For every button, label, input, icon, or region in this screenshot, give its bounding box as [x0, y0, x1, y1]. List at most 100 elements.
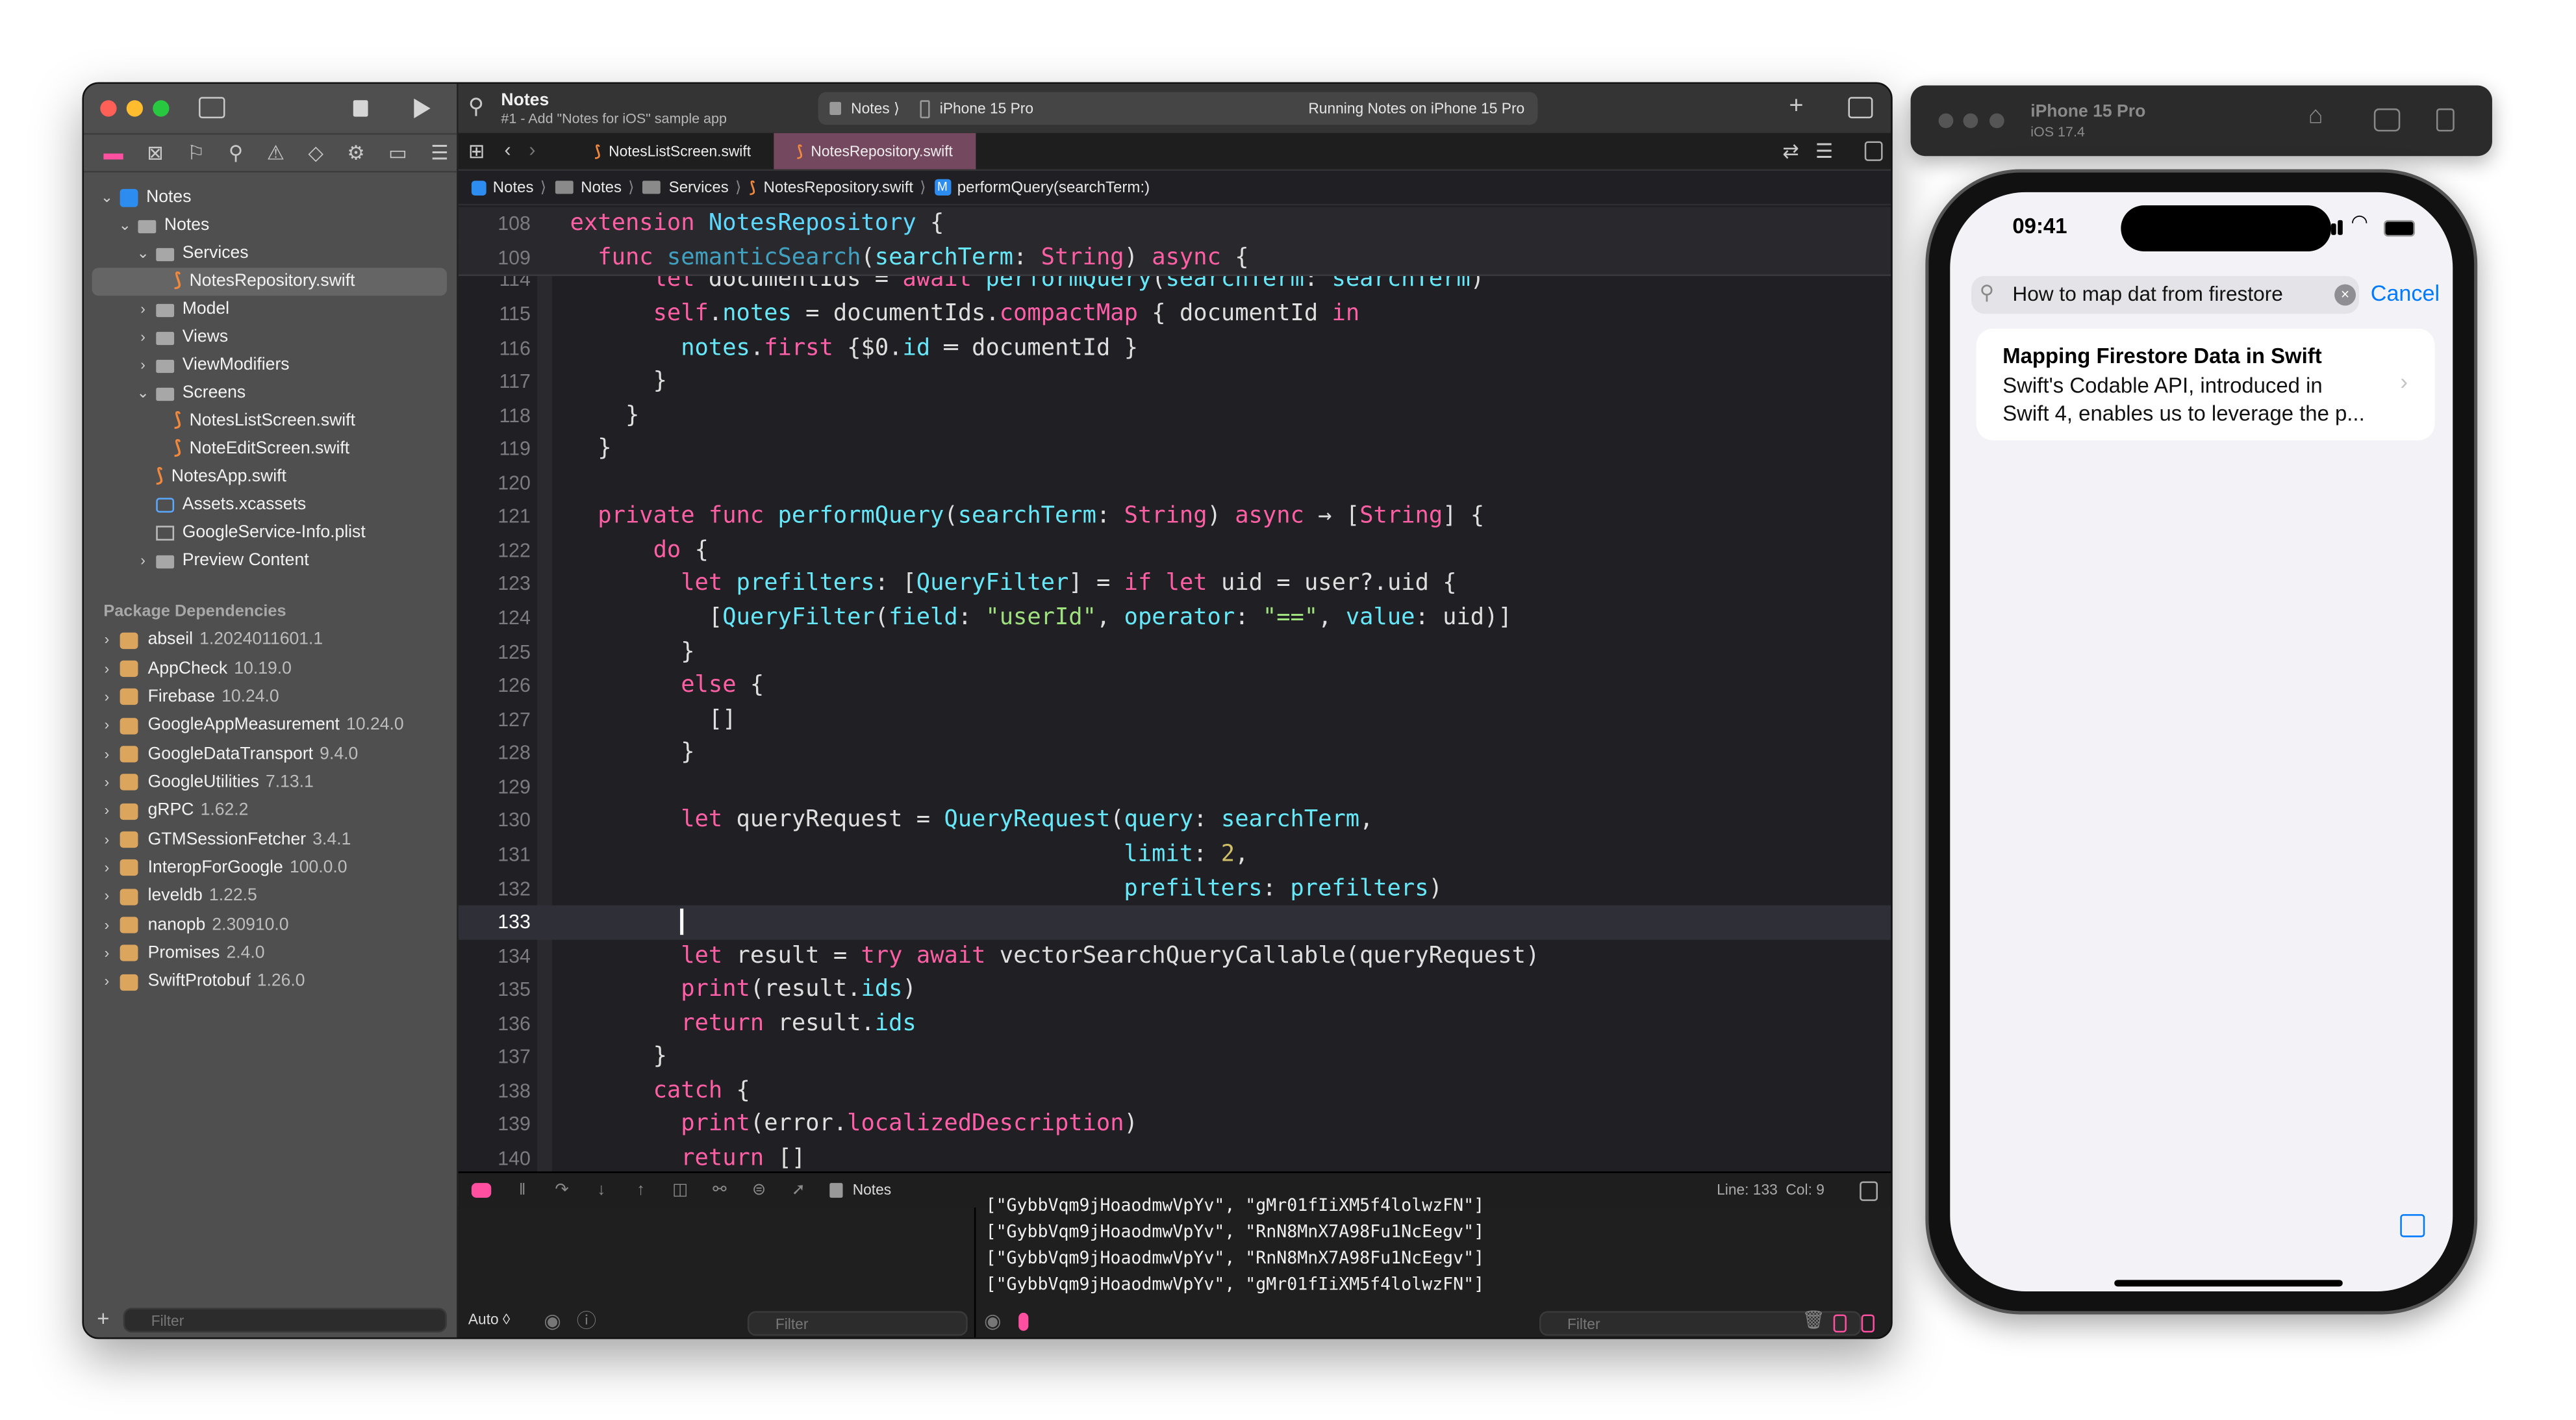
- clear-search-icon[interactable]: ×: [2334, 284, 2356, 306]
- code-line[interactable]: 130 let queryRequest = QueryRequest(quer…: [459, 804, 1891, 838]
- console-output[interactable]: ◉ Filter 🗑 ["GybbVqm9jHoaodmwVpYv", "gMr…: [976, 1196, 1891, 1338]
- bookmark-icon[interactable]: ⚐: [187, 142, 205, 164]
- code-line[interactable]: 132 prefilters: prefilters): [459, 872, 1891, 906]
- view-hierarchy-icon[interactable]: ◫: [668, 1173, 691, 1208]
- breadcrumb-item[interactable]: Services ⟩: [642, 170, 741, 205]
- code-line[interactable]: 120: [459, 466, 1891, 500]
- close-button[interactable]: [1938, 113, 1954, 129]
- chevron-right-icon[interactable]: ›: [99, 626, 115, 654]
- navigator-item[interactable]: ⌄ Services: [92, 240, 447, 268]
- chevron-right-icon[interactable]: ›: [99, 683, 115, 711]
- code-line[interactable]: 115 self.notes = documentIds.compactMap …: [459, 298, 1891, 331]
- package-item[interactable]: › GoogleAppMeasurement 10.24.0: [92, 711, 447, 740]
- package-item[interactable]: › Firebase 10.24.0: [92, 683, 447, 711]
- info-icon[interactable]: ⓘ: [577, 1310, 596, 1332]
- code-line[interactable]: 126 else {: [459, 669, 1891, 703]
- code-line[interactable]: 124 [QueryFilter(field: "userId", operat…: [459, 602, 1891, 635]
- breadcrumb-item[interactable]: Notes ⟩: [554, 170, 635, 205]
- hide-debug-area-icon[interactable]: [471, 1183, 492, 1198]
- navigator-item[interactable]: › Views: [92, 323, 447, 351]
- chevron-right-icon[interactable]: ›: [99, 826, 115, 854]
- warning-icon[interactable]: ⚠: [267, 142, 284, 164]
- package-item[interactable]: › Promises 2.4.0: [92, 939, 447, 968]
- breadcrumb-item[interactable]: MperformQuery(searchTerm:): [934, 170, 1150, 205]
- report-icon[interactable]: ☰: [431, 142, 448, 164]
- zoom-button[interactable]: [153, 100, 170, 117]
- add-file-button[interactable]: +: [97, 1306, 109, 1331]
- navigator-item[interactable]: ⌄ Notes: [92, 184, 447, 212]
- editor-tab[interactable]: ⟆ NotesListScreen.swift: [572, 133, 774, 170]
- navigator-item[interactable]: ⟆ NoteEditScreen.swift: [92, 435, 447, 463]
- navigator-item[interactable]: › Model: [92, 296, 447, 323]
- step-out-icon[interactable]: ↑: [629, 1173, 652, 1208]
- trash-icon[interactable]: 🗑: [1802, 1310, 1825, 1332]
- chevron-right-icon[interactable]: ›: [99, 797, 115, 825]
- sticky-scope-header[interactable]: 108 extension NotesRepository {: [458, 207, 1891, 243]
- home-icon[interactable]: ⌂: [2308, 103, 2323, 128]
- navigator-item[interactable]: GoogleService-Info.plist: [92, 519, 447, 547]
- package-item[interactable]: › GoogleUtilities 7.13.1: [92, 768, 447, 797]
- pause-icon[interactable]: ‖: [511, 1173, 534, 1208]
- screenshot-icon[interactable]: [2373, 108, 2401, 132]
- code-line[interactable]: 116 notes.first {$0.id ═ documentId }: [459, 331, 1891, 365]
- chevron-right-icon[interactable]: ›: [99, 655, 115, 683]
- breakpoint-icon[interactable]: ▭: [388, 142, 407, 164]
- navigator-item[interactable]: › ViewModifiers: [92, 351, 447, 379]
- close-button[interactable]: [100, 100, 117, 117]
- search-input[interactable]: How to map dat from firestore: [2012, 283, 2282, 305]
- code-line[interactable]: 136 return result.ids: [459, 1007, 1891, 1041]
- code-line[interactable]: 139 print(error.localizedDescription): [459, 1108, 1891, 1142]
- toggle-console-icon[interactable]: [1860, 1181, 1878, 1201]
- navigator-filter-input[interactable]: Filter: [123, 1308, 447, 1333]
- package-item[interactable]: › GoogleDataTransport 9.4.0: [92, 740, 447, 768]
- source-control-icon[interactable]: ⚲: [468, 94, 484, 118]
- code-line[interactable]: 121 private func performQuery(searchTerm…: [459, 500, 1891, 534]
- chevron-down-icon[interactable]: ⌄: [134, 240, 151, 268]
- minimize-button[interactable]: [126, 100, 144, 117]
- test-icon[interactable]: ◇: [308, 142, 323, 164]
- sidebar-toggle-icon[interactable]: [199, 97, 225, 119]
- package-item[interactable]: › InteropForGoogle 100.0.0: [92, 854, 447, 883]
- package-item[interactable]: › abseil 1.2024011601.1: [92, 626, 447, 655]
- source-editor[interactable]: 114 let documentIds = await performQuery…: [458, 207, 1891, 1172]
- zoom-button[interactable]: [1989, 113, 2004, 129]
- variables-filter-input[interactable]: Filter: [747, 1311, 968, 1336]
- current-line[interactable]: 133: [458, 905, 1891, 939]
- compose-icon[interactable]: [2400, 1214, 2425, 1237]
- environment-overrides-icon[interactable]: ⊜: [748, 1173, 770, 1208]
- package-item[interactable]: › SwiftProtobuf 1.26.0: [92, 968, 447, 996]
- cancel-button[interactable]: Cancel: [2371, 281, 2440, 306]
- eye-icon[interactable]: ◉: [544, 1310, 561, 1332]
- package-item[interactable]: › leveldb 1.22.5: [92, 882, 447, 911]
- code-line[interactable]: 129: [459, 770, 1891, 804]
- chevron-right-icon[interactable]: ›: [99, 768, 115, 796]
- navigator-item[interactable]: ⌄ Screens: [92, 379, 447, 407]
- code-line[interactable]: 137 }: [459, 1041, 1891, 1074]
- code-line[interactable]: 134 let result = try await vectorSearchQ…: [459, 939, 1891, 973]
- source-control-icon[interactable]: ⊠: [147, 142, 163, 164]
- chevron-right-icon[interactable]: ›: [99, 741, 115, 768]
- debug-target[interactable]: Notes: [853, 1173, 891, 1208]
- chevron-right-icon[interactable]: ›: [99, 969, 115, 996]
- search-icon[interactable]: ⚲: [229, 142, 243, 164]
- code-line[interactable]: 123 let prefilters: [QueryFilter] = if l…: [459, 568, 1891, 602]
- navigator-item[interactable]: ⌄ Notes: [92, 212, 447, 240]
- editor-options-icon[interactable]: ☰: [1815, 140, 1833, 162]
- add-button[interactable]: +: [1789, 94, 1803, 118]
- scheme-selector[interactable]: Notes ⟩: [851, 92, 900, 125]
- memory-graph-icon[interactable]: ⚯: [708, 1173, 731, 1208]
- navigator-item[interactable]: ⟆ NotesApp.swift: [92, 463, 447, 491]
- run-button[interactable]: [414, 98, 431, 119]
- code-line[interactable]: 131 limit: 2,: [459, 838, 1891, 872]
- chevron-right-icon[interactable]: ›: [134, 351, 151, 379]
- code-line[interactable]: 117 }: [459, 365, 1891, 399]
- package-item[interactable]: › gRPC 1.62.2: [92, 797, 447, 826]
- chevron-right-icon[interactable]: ›: [99, 883, 115, 911]
- search-field[interactable]: ⚲ How to map dat from firestore ×: [1971, 275, 2360, 314]
- package-item[interactable]: › AppCheck 10.19.0: [92, 655, 447, 683]
- rotate-icon[interactable]: [2436, 108, 2455, 132]
- back-icon[interactable]: ‹: [504, 138, 511, 160]
- chevron-right-icon[interactable]: ›: [99, 712, 115, 740]
- scope-selector[interactable]: Auto ◊: [468, 1311, 510, 1327]
- package-item[interactable]: › nanopb 2.30910.0: [92, 911, 447, 939]
